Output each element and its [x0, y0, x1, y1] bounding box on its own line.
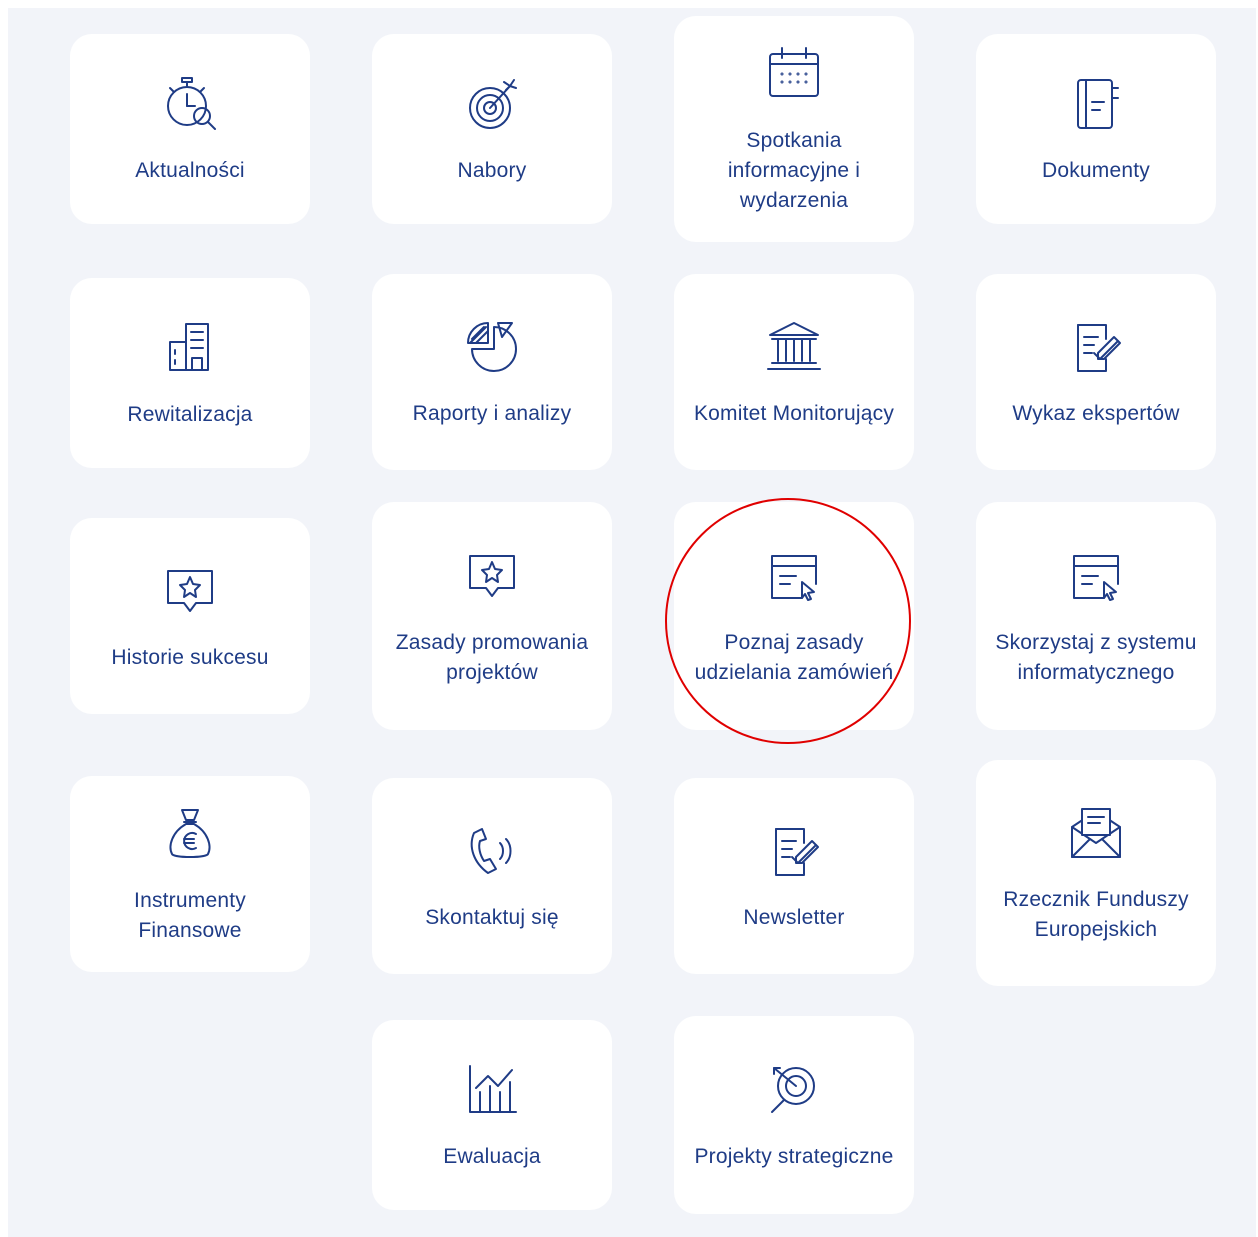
tile-raporty[interactable]: Raporty i analizy: [372, 274, 612, 470]
tile-label: Historie sukcesu: [111, 646, 269, 669]
euro-bag-icon: [158, 802, 222, 866]
tile-ewaluacja[interactable]: Ewaluacja: [372, 1020, 612, 1210]
tile-label: Rzecznik Funduszy Europejskich: [1003, 888, 1189, 941]
browser-cursor-icon: [762, 544, 826, 608]
tile-aktualnosci[interactable]: Aktualności: [70, 34, 310, 224]
stopwatch-search-icon: [158, 72, 222, 136]
tile-label: Komitet Monitorujący: [693, 402, 895, 425]
buildings-icon: [158, 316, 222, 380]
tile-wykaz-ekspertow[interactable]: Wykaz ekspertów: [976, 274, 1216, 470]
envelope-letter-icon: [1064, 801, 1128, 865]
tile-label: Dokumenty: [1041, 159, 1150, 182]
tile-poznaj-zasady[interactable]: Poznaj zasady udzielania zamówień: [674, 502, 914, 730]
tile-label: Aktualności: [135, 159, 245, 182]
tile-label: Skontaktuj się: [425, 906, 559, 929]
tile-label: Zasady promowania projektów: [395, 631, 589, 684]
tile-zasady-promowania[interactable]: Zasady promowania projektów: [372, 502, 612, 730]
tile-instrumenty-finansowe[interactable]: Instrumenty Finansowe: [70, 776, 310, 972]
tile-nabory[interactable]: Nabory: [372, 34, 612, 224]
tile-komitet[interactable]: Komitet Monitorujący: [674, 274, 914, 470]
tiles-panel: Aktualności Nabory Spotkania informacyjn…: [8, 8, 1256, 1237]
tile-dokumenty[interactable]: Dokumenty: [976, 34, 1216, 224]
star-bubble-icon: [460, 544, 524, 608]
tile-label: Skorzystaj z systemu informatycznego: [995, 631, 1197, 684]
tile-label: Instrumenty Finansowe: [134, 889, 246, 942]
institution-icon: [762, 315, 826, 379]
target-icon: [460, 72, 524, 136]
tile-label: Raporty i analizy: [412, 402, 572, 425]
tile-skontaktuj-sie[interactable]: Skontaktuj się: [372, 778, 612, 974]
tile-label: Wykaz ekspertów: [1012, 402, 1180, 425]
tile-rzecznik[interactable]: Rzecznik Funduszy Europejskich: [976, 760, 1216, 986]
calendar-icon: [762, 42, 826, 106]
star-bubble-icon: [158, 559, 222, 623]
bar-chart-icon: [460, 1058, 524, 1122]
pie-chart-icon: [460, 315, 524, 379]
tile-projekty-strategiczne[interactable]: Projekty strategiczne: [674, 1016, 914, 1214]
tile-label: Nabory: [457, 159, 527, 182]
tile-newsletter[interactable]: Newsletter: [674, 778, 914, 974]
tile-rewitalizacja[interactable]: Rewitalizacja: [70, 278, 310, 468]
tile-label: Spotkania informacyjne i wydarzenia: [727, 129, 861, 212]
tile-label: Projekty strategiczne: [694, 1145, 894, 1168]
tile-label: Newsletter: [743, 906, 845, 929]
document-check-icon: [762, 819, 826, 883]
tile-historie-sukcesu[interactable]: Historie sukcesu: [70, 518, 310, 714]
tile-spotkania[interactable]: Spotkania informacyjne i wydarzenia: [674, 16, 914, 242]
notebook-icon: [1064, 72, 1128, 136]
tile-label: Ewaluacja: [443, 1145, 541, 1168]
browser-cursor-icon: [1064, 544, 1128, 608]
phone-icon: [460, 819, 524, 883]
document-check-icon: [1064, 315, 1128, 379]
tile-skorzystaj[interactable]: Skorzystaj z systemu informatycznego: [976, 502, 1216, 730]
tile-label: Rewitalizacja: [127, 403, 253, 426]
target-magnifier-icon: [762, 1058, 826, 1122]
tile-label: Poznaj zasady udzielania zamówień: [694, 631, 894, 684]
